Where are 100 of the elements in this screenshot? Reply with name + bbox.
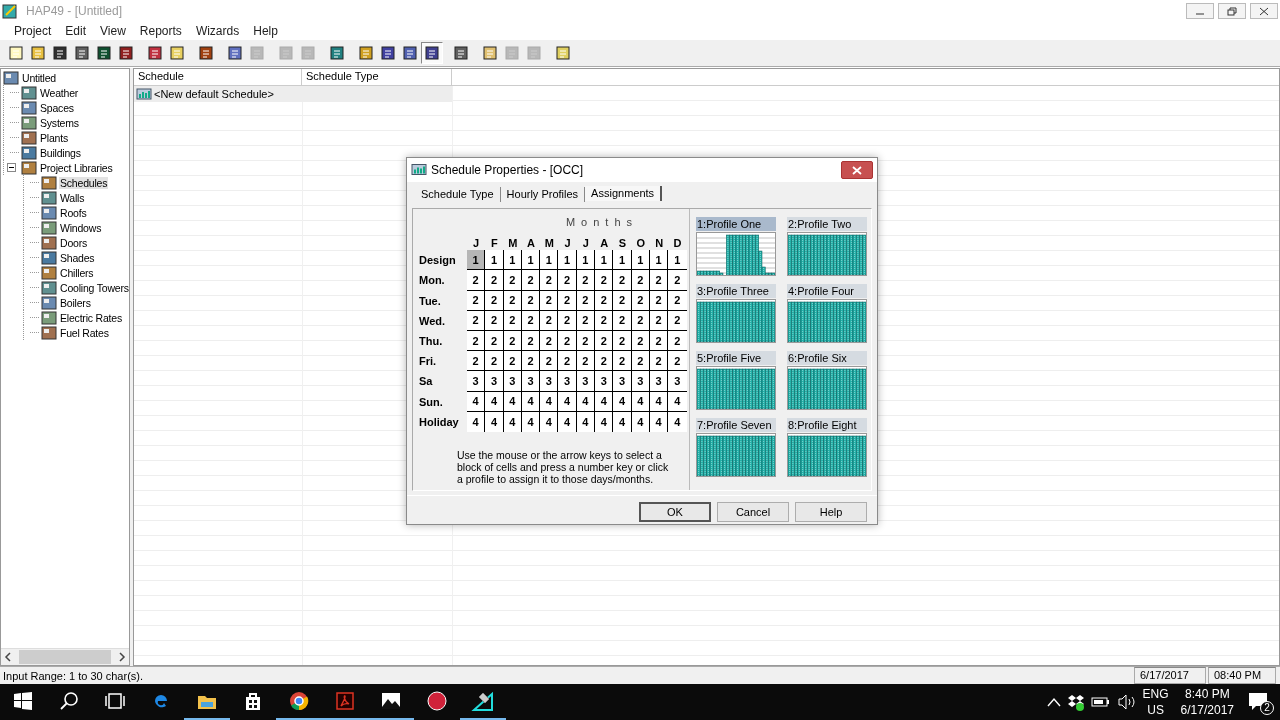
assignment-cell[interactable]: 2 — [485, 351, 504, 372]
tree-item[interactable]: Windows — [59, 221, 103, 234]
profile-label[interactable]: 6:Profile Six — [787, 351, 867, 365]
triangle-ruler-icon[interactable] — [471, 689, 495, 713]
assignment-cell[interactable]: 2 — [668, 310, 687, 331]
assignment-cell[interactable]: 2 — [467, 330, 486, 352]
assignment-cell[interactable]: 2 — [485, 310, 504, 331]
tree-item[interactable]: Chillers — [59, 266, 95, 279]
tree-item[interactable]: Boilers — [59, 296, 92, 309]
assignment-cell[interactable]: 3 — [540, 371, 559, 392]
list-row[interactable]: <New default Schedule> — [134, 86, 452, 102]
region-indicator[interactable]: US — [1147, 702, 1164, 718]
profile-label[interactable]: 1:Profile One — [696, 217, 776, 231]
assignment-cell[interactable]: 2 — [595, 310, 614, 331]
menu-item[interactable]: Wizards — [188, 24, 247, 38]
tab[interactable]: Schedule Type — [415, 187, 501, 202]
assignment-cell[interactable]: 1 — [595, 250, 614, 271]
assignment-cell[interactable]: 2 — [467, 290, 486, 311]
profile-thumbnail[interactable] — [696, 299, 776, 343]
assignment-cell[interactable]: 2 — [595, 351, 614, 372]
assignment-cell[interactable]: 4 — [467, 391, 486, 412]
assignment-cell[interactable]: 2 — [595, 290, 614, 311]
tree-item[interactable]: Doors — [59, 236, 88, 249]
assignment-cell[interactable]: 2 — [595, 330, 614, 352]
profile-label[interactable]: 3:Profile Three — [696, 284, 776, 298]
assignment-cell[interactable]: 2 — [485, 330, 504, 352]
volume-icon[interactable] — [1116, 694, 1137, 710]
assignment-cell[interactable]: 2 — [467, 270, 486, 291]
assignment-cell[interactable]: 2 — [485, 290, 504, 311]
restore-button[interactable] — [1218, 3, 1246, 19]
assignment-cell[interactable]: 2 — [540, 330, 559, 352]
dialog-button[interactable]: Help — [795, 502, 867, 522]
expand-toggle[interactable] — [7, 163, 16, 172]
close-button[interactable] — [841, 161, 873, 179]
language-indicator[interactable]: ENG — [1142, 686, 1169, 702]
assignment-cell[interactable]: 2 — [558, 330, 577, 352]
assignment-cell[interactable]: 2 — [558, 290, 577, 311]
profile-thumbnail[interactable] — [787, 366, 867, 410]
menu-item[interactable]: Reports — [132, 24, 189, 38]
profile-thumbnail[interactable] — [696, 433, 776, 477]
profile-thumbnail[interactable] — [696, 366, 776, 410]
tree-item[interactable]: Roofs — [59, 206, 88, 219]
dropbox-icon[interactable] — [1066, 693, 1085, 711]
profile-label[interactable]: 7:Profile Seven — [696, 418, 776, 432]
dialog-button[interactable]: Cancel — [717, 502, 789, 522]
assignment-cell[interactable]: 4 — [558, 411, 577, 432]
tree-item[interactable]: Project Libraries — [39, 161, 114, 174]
caret-up-icon[interactable] — [1046, 697, 1061, 707]
assignment-cell[interactable]: 2 — [613, 310, 632, 331]
assignment-cell[interactable]: 2 — [540, 270, 559, 291]
assignment-cell[interactable]: 1 — [558, 250, 577, 271]
assignment-cell[interactable]: 4 — [668, 411, 687, 432]
assignment-cell[interactable]: 4 — [467, 411, 486, 432]
assignment-cell[interactable]: 2 — [668, 330, 687, 352]
menu-item[interactable]: View — [93, 24, 133, 38]
assignment-cell[interactable]: 2 — [467, 310, 486, 331]
assignment-cell[interactable]: 2 — [467, 351, 486, 372]
assignment-cell[interactable]: 1 — [613, 250, 632, 271]
assignment-cell[interactable]: 2 — [668, 351, 687, 372]
tab[interactable]: Assignments — [585, 186, 663, 201]
tree-item[interactable]: Shades — [59, 251, 96, 264]
profile-label[interactable]: 4:Profile Four — [787, 284, 867, 298]
assignment-cell[interactable]: 4 — [485, 411, 504, 432]
profile-label[interactable]: 5:Profile Five — [696, 351, 776, 365]
profile-label[interactable]: 8:Profile Eight — [787, 418, 867, 432]
assignment-cell[interactable]: 4 — [485, 391, 504, 412]
column-header[interactable]: Schedule — [134, 69, 302, 85]
toolbar-button[interactable] — [421, 42, 443, 64]
assignment-cell[interactable]: 1 — [540, 250, 559, 271]
battery-icon[interactable] — [1090, 696, 1111, 708]
assignment-cell[interactable]: 2 — [540, 351, 559, 372]
tree-item[interactable]: Spaces — [39, 101, 75, 114]
tree-item[interactable]: Buildings — [39, 146, 82, 159]
tree-item[interactable]: Fuel Rates — [59, 326, 110, 339]
menu-item[interactable]: Edit — [58, 24, 94, 38]
tree-item[interactable]: Untitled — [21, 71, 57, 84]
pdf-icon[interactable] — [333, 689, 357, 713]
assignment-cell[interactable]: 1 — [668, 250, 687, 271]
assignment-cell[interactable]: 4 — [558, 391, 577, 412]
assignment-cell[interactable]: 2 — [485, 270, 504, 291]
profile-thumbnail[interactable] — [696, 232, 776, 276]
tree-item[interactable]: Electric Rates — [59, 311, 123, 324]
close-button[interactable] — [1250, 3, 1278, 19]
assignment-cell[interactable]: 2 — [668, 270, 687, 291]
assignment-cell[interactable]: 2 — [558, 351, 577, 372]
clock-time[interactable]: 8:40 PM — [1184, 686, 1230, 702]
search-icon[interactable] — [59, 691, 79, 711]
menu-item[interactable]: Help — [246, 24, 285, 38]
tree-item[interactable]: Cooling Towers — [59, 281, 130, 294]
clock-date[interactable]: 6/17/2017 — [1180, 702, 1234, 718]
tree-item[interactable]: Weather — [39, 86, 80, 99]
assignment-cell[interactable]: 4 — [668, 391, 687, 412]
assignment-cell[interactable]: 4 — [595, 391, 614, 412]
minimize-button[interactable] — [1186, 3, 1214, 19]
assignment-cell[interactable]: 2 — [558, 310, 577, 331]
dialog-button[interactable]: OK — [639, 502, 711, 522]
task-view-icon[interactable] — [104, 692, 126, 710]
assignment-cell[interactable]: 2 — [668, 290, 687, 311]
assignment-cell[interactable]: 2 — [613, 330, 632, 352]
assignment-cell[interactable]: 3 — [595, 371, 614, 392]
